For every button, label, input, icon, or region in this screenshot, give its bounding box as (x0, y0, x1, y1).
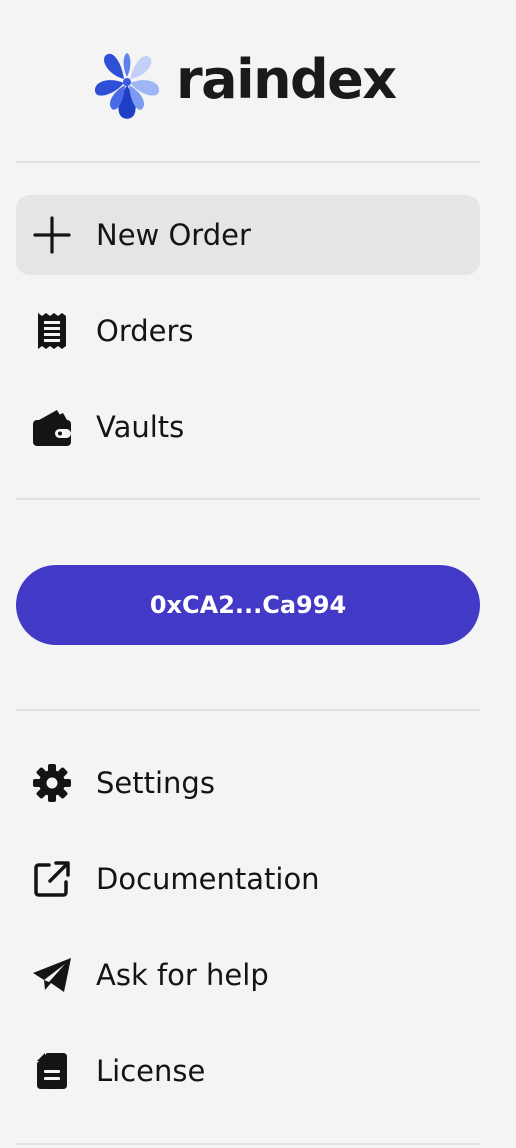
plus-icon (30, 213, 74, 257)
document-icon (30, 1049, 74, 1093)
wallet-icon (30, 405, 74, 449)
external-link-icon (30, 857, 74, 901)
nav-item-label: Settings (96, 766, 215, 800)
nav-item-label: Vaults (96, 410, 185, 444)
divider (16, 161, 480, 163)
sidebar: raindex New Order Orders Vaults 0xCA2...… (0, 0, 504, 1148)
nav-item-documentation[interactable]: Documentation (16, 839, 480, 919)
nav-item-ask-for-help[interactable]: Ask for help (16, 935, 480, 1015)
nav-item-new-order[interactable]: New Order (16, 195, 480, 275)
nav-item-label: New Order (96, 218, 251, 252)
nav-item-label: Orders (96, 314, 194, 348)
brand-name: raindex (176, 48, 397, 111)
nav-item-label: License (96, 1054, 206, 1088)
nav-item-orders[interactable]: Orders (16, 291, 480, 371)
nav-item-settings[interactable]: Settings (16, 743, 480, 823)
divider (16, 1143, 480, 1145)
wallet-address-button[interactable]: 0xCA2...Ca994 (16, 565, 480, 645)
divider (16, 709, 480, 711)
nav-item-label: Ask for help (96, 958, 269, 992)
nav-item-label: Documentation (96, 862, 320, 896)
receipt-icon (30, 309, 74, 353)
divider (16, 498, 480, 500)
telegram-icon (30, 953, 74, 997)
nav-item-vaults[interactable]: Vaults (16, 387, 480, 467)
brand-logo[interactable]: raindex (92, 44, 397, 122)
raindex-flower-icon (94, 53, 160, 119)
gear-icon (30, 761, 74, 805)
nav-item-license[interactable]: License (16, 1031, 480, 1111)
